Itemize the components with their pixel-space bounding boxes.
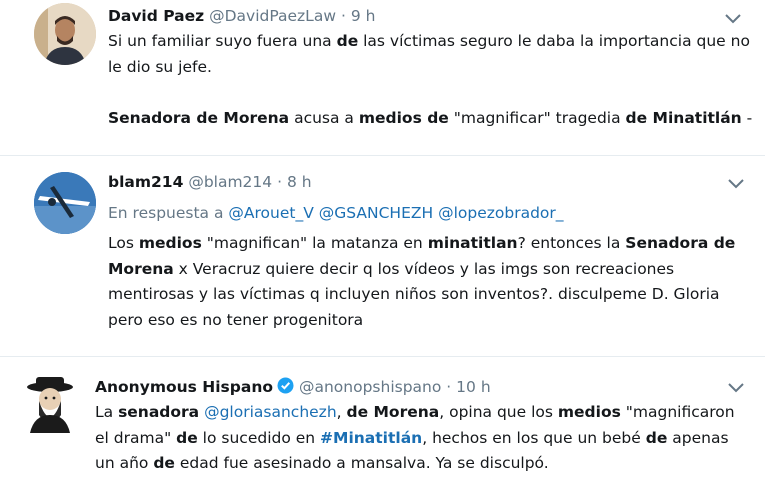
tweet-1: David Paez @DavidPaezLaw · 9 h Si un fam… <box>0 0 765 150</box>
tweet-paragraph: La senadora @gloriasanchezh, de Morena, … <box>95 400 740 477</box>
person-avatar-icon <box>34 3 96 65</box>
verified-badge-icon <box>277 377 294 394</box>
display-name[interactable]: blam214 <box>108 173 183 191</box>
reply-mention[interactable]: @lopezobrador_ <box>438 204 563 222</box>
avatar[interactable] <box>34 172 96 234</box>
highlighted-text: Senadora de Morena <box>108 108 290 127</box>
text-run: , <box>336 403 347 421</box>
text-run: "magnifican" la matanza en <box>201 234 428 252</box>
hat-man-avatar-icon <box>27 377 73 433</box>
text-run: ? entonces la <box>517 234 626 252</box>
reply-context: En respuesta a @Arouet_V @GSANCHEZH @lop… <box>108 204 564 222</box>
separator-dot: · <box>446 378 452 396</box>
abstract-avatar-icon <box>34 172 96 234</box>
display-name[interactable]: Anonymous Hispano <box>95 378 273 396</box>
separator-dot: · <box>340 7 346 25</box>
tweet-paragraph: Los medios "magnifican" la matanza en mi… <box>108 231 738 333</box>
highlighted-text: medios <box>557 403 621 421</box>
highlighted-text: medios <box>138 234 202 252</box>
tweet-2: blam214 @blam214 · 8 h En respuesta a @A… <box>0 165 765 345</box>
user-handle[interactable]: @blam214 <box>188 173 272 191</box>
chevron-down-icon[interactable] <box>727 177 745 191</box>
tweet-divider <box>0 155 765 156</box>
text-run: - <box>741 108 753 127</box>
avatar[interactable] <box>24 375 76 433</box>
text-run: x Veracruz quiere decir q los vídeos y l… <box>108 259 720 329</box>
user-handle[interactable]: @DavidPaezLaw <box>209 7 336 25</box>
tweet-3: Anonymous Hispano @anonopshispano · 10 h… <box>0 365 765 483</box>
highlighted-text: de Morena <box>346 403 440 421</box>
tweet-text: La senadora @gloriasanchezh, de Morena, … <box>95 400 740 477</box>
display-name[interactable]: David Paez <box>108 7 204 25</box>
tweet-header: Anonymous Hispano @anonopshispano · 10 h <box>95 377 491 396</box>
avatar[interactable] <box>34 3 96 65</box>
tweet-text: Si un familiar suyo fuera una de las víc… <box>108 29 758 131</box>
reply-mention[interactable]: @Arouet_V <box>228 204 313 222</box>
highlighted-text: minatitlan <box>427 234 518 252</box>
text-run: edad fue asesinado a mansalva. Ya se dis… <box>174 454 549 472</box>
highlighted-text: senadora <box>118 403 200 421</box>
text-run: Si un familiar suyo fuera una <box>108 32 337 50</box>
text-run: , opina que los <box>439 403 558 421</box>
mention-link[interactable]: @gloriasanchezh <box>204 403 337 421</box>
text-run: , hechos en los que un bebé <box>422 428 646 447</box>
text-run: "magnificar" tragedia <box>448 108 626 127</box>
tweet-paragraph: Senadora de Morena acusa a medios de "ma… <box>108 106 758 132</box>
highlighted-text: de Minatitlán <box>625 108 742 127</box>
chevron-down-icon[interactable] <box>727 381 745 395</box>
text-run: lo sucedido en <box>197 428 321 447</box>
highlighted-text: de <box>645 428 668 447</box>
chevron-down-icon[interactable] <box>724 12 742 26</box>
tweet-paragraph: Si un familiar suyo fuera una de las víc… <box>108 29 758 80</box>
highlighted-text: de <box>176 428 198 447</box>
timestamp[interactable]: 8 h <box>287 173 312 191</box>
timestamp[interactable]: 10 h <box>456 378 490 396</box>
reply-mention[interactable]: @GSANCHEZH <box>319 204 433 222</box>
highlighted-text: medios de <box>358 108 449 127</box>
tweet-header: David Paez @DavidPaezLaw · 9 h <box>108 7 375 25</box>
tweet-header: blam214 @blam214 · 8 h <box>108 173 312 191</box>
text-run: Los <box>108 234 139 252</box>
highlighted-text: de <box>336 32 359 50</box>
user-handle[interactable]: @anonopshispano <box>299 378 441 396</box>
reply-prefix: En respuesta a <box>108 204 224 222</box>
highlighted-text: de <box>153 454 175 472</box>
timestamp[interactable]: 9 h <box>351 7 376 25</box>
tweet-text: Los medios "magnifican" la matanza en mi… <box>108 231 738 333</box>
tweet-divider <box>0 356 765 357</box>
separator-dot: · <box>277 173 283 191</box>
hashtag-link[interactable]: #Minatitlán <box>320 429 422 447</box>
text-run: La <box>95 403 119 421</box>
text-run: acusa a <box>289 108 359 127</box>
